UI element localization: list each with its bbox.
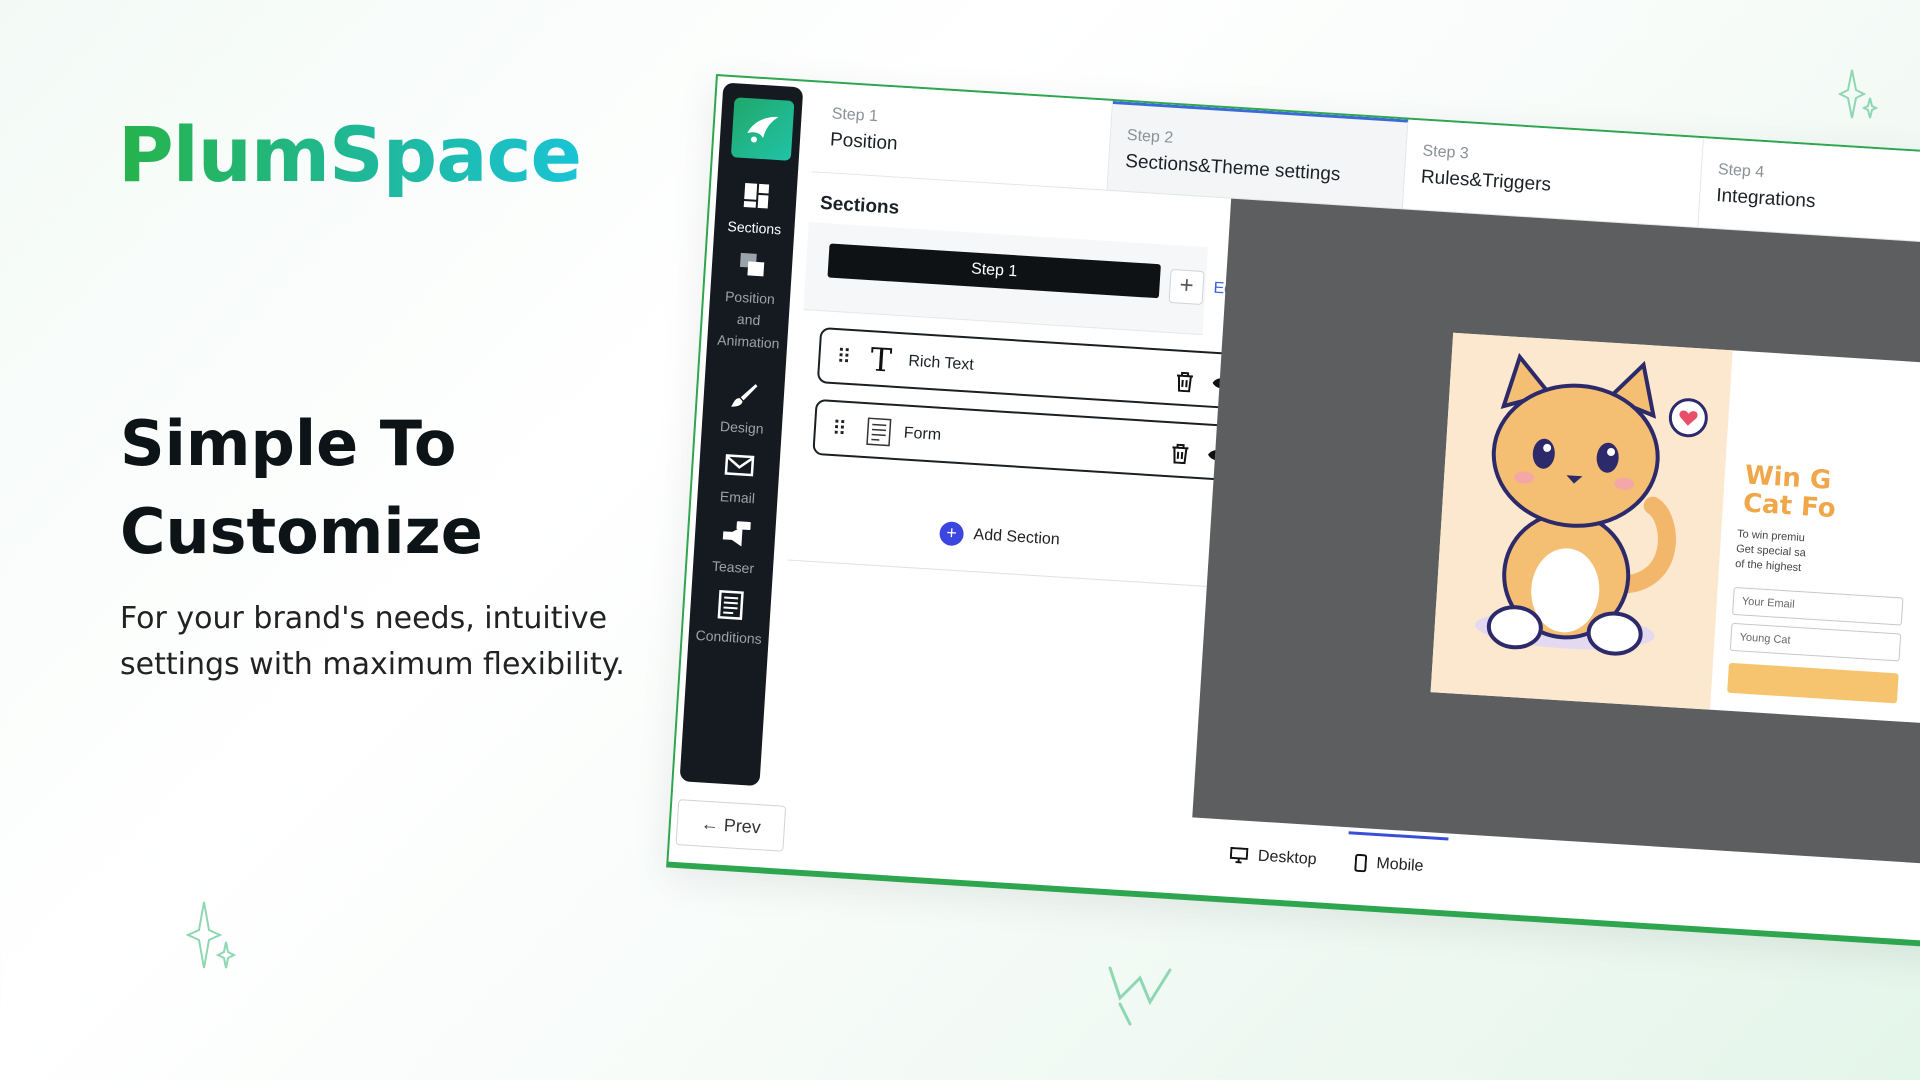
panel-title: Sections	[819, 192, 900, 219]
sidebar-item-position-animation[interactable]: Position and Animation	[707, 248, 793, 355]
cat-type-select[interactable]: Young Cat	[1729, 622, 1902, 662]
popup-title: Win G Cat Fo	[1742, 460, 1837, 525]
trash-icon[interactable]	[1170, 443, 1189, 465]
brand-logo: PlumSpace	[118, 110, 582, 199]
tab-step-2[interactable]: Step 2 Sections&Theme settings	[1107, 100, 1409, 210]
sidebar-item-design[interactable]: Design	[701, 378, 784, 441]
document-icon	[717, 589, 744, 620]
app-window: Sections Position and Animation Design E…	[666, 74, 1920, 951]
layers-icon	[739, 252, 765, 277]
mail-icon	[724, 454, 755, 477]
drag-handle-icon[interactable]: ⠿	[831, 416, 845, 442]
panel-header: Step 1 + Edit ▾	[803, 222, 1254, 336]
add-step-button[interactable]: +	[1168, 268, 1205, 306]
phone-icon	[1354, 853, 1367, 873]
prev-button[interactable]: ← Prev	[675, 799, 787, 852]
crown-doodle-icon	[1108, 966, 1172, 1026]
sparkle-icon	[1838, 69, 1878, 119]
email-field[interactable]: Your Email	[1732, 586, 1904, 626]
brush-icon	[731, 384, 758, 407]
plus-icon: +	[938, 520, 965, 547]
sections-panel: Step 1 + Edit ▾ ⠿ T Rich Text ⠿	[771, 222, 1267, 847]
section-row[interactable]: ⠿ T Rich Text	[816, 327, 1250, 410]
sidebar-item-email[interactable]: Email	[697, 448, 780, 511]
mobile-view-button[interactable]: Mobile	[1354, 853, 1424, 876]
tab-step-1[interactable]: Step 1 Position	[812, 82, 1114, 191]
sidebar-item-teaser[interactable]: Teaser	[692, 518, 775, 581]
drag-handle-icon[interactable]: ⠿	[836, 344, 850, 370]
divider	[787, 559, 1267, 591]
sidebar-item-sections[interactable]: Sections	[714, 178, 797, 241]
hero-subtitle: For your brand's needs, intuitive settin…	[120, 601, 625, 682]
section-row[interactable]: ⠿ Form	[812, 398, 1245, 482]
app-logo-icon[interactable]	[730, 97, 795, 161]
text-icon: T	[869, 340, 893, 380]
sections-icon	[743, 183, 770, 209]
popup-submit-button[interactable]	[1727, 662, 1899, 704]
form-icon	[866, 417, 892, 447]
megaphone-icon	[722, 521, 751, 547]
monitor-icon	[1229, 846, 1249, 864]
preview-canvas: Win G Cat Fo To win premiu Get special s…	[1192, 198, 1920, 868]
desktop-view-button[interactable]: Desktop	[1229, 846, 1317, 869]
popup-text: To win premiu Get special sa of the high…	[1734, 528, 1807, 575]
hero-title: Simple To Customize	[120, 407, 483, 568]
app-screenshot: Sections Position and Animation Design E…	[666, 74, 1920, 951]
sidebar-item-conditions[interactable]: Conditions	[688, 587, 771, 650]
cat-illustration	[1430, 332, 1733, 710]
brand-name: PlumSpace	[118, 110, 582, 199]
device-toggle: Desktop Mobile	[1229, 846, 1424, 876]
sparkle-icon	[186, 901, 236, 969]
step-selector[interactable]: Step 1	[827, 243, 1161, 299]
trash-icon[interactable]	[1175, 371, 1194, 393]
add-section-button[interactable]: + Add Section	[938, 520, 1061, 553]
popup-preview: Win G Cat Fo To win premiu Get special s…	[1430, 332, 1920, 730]
